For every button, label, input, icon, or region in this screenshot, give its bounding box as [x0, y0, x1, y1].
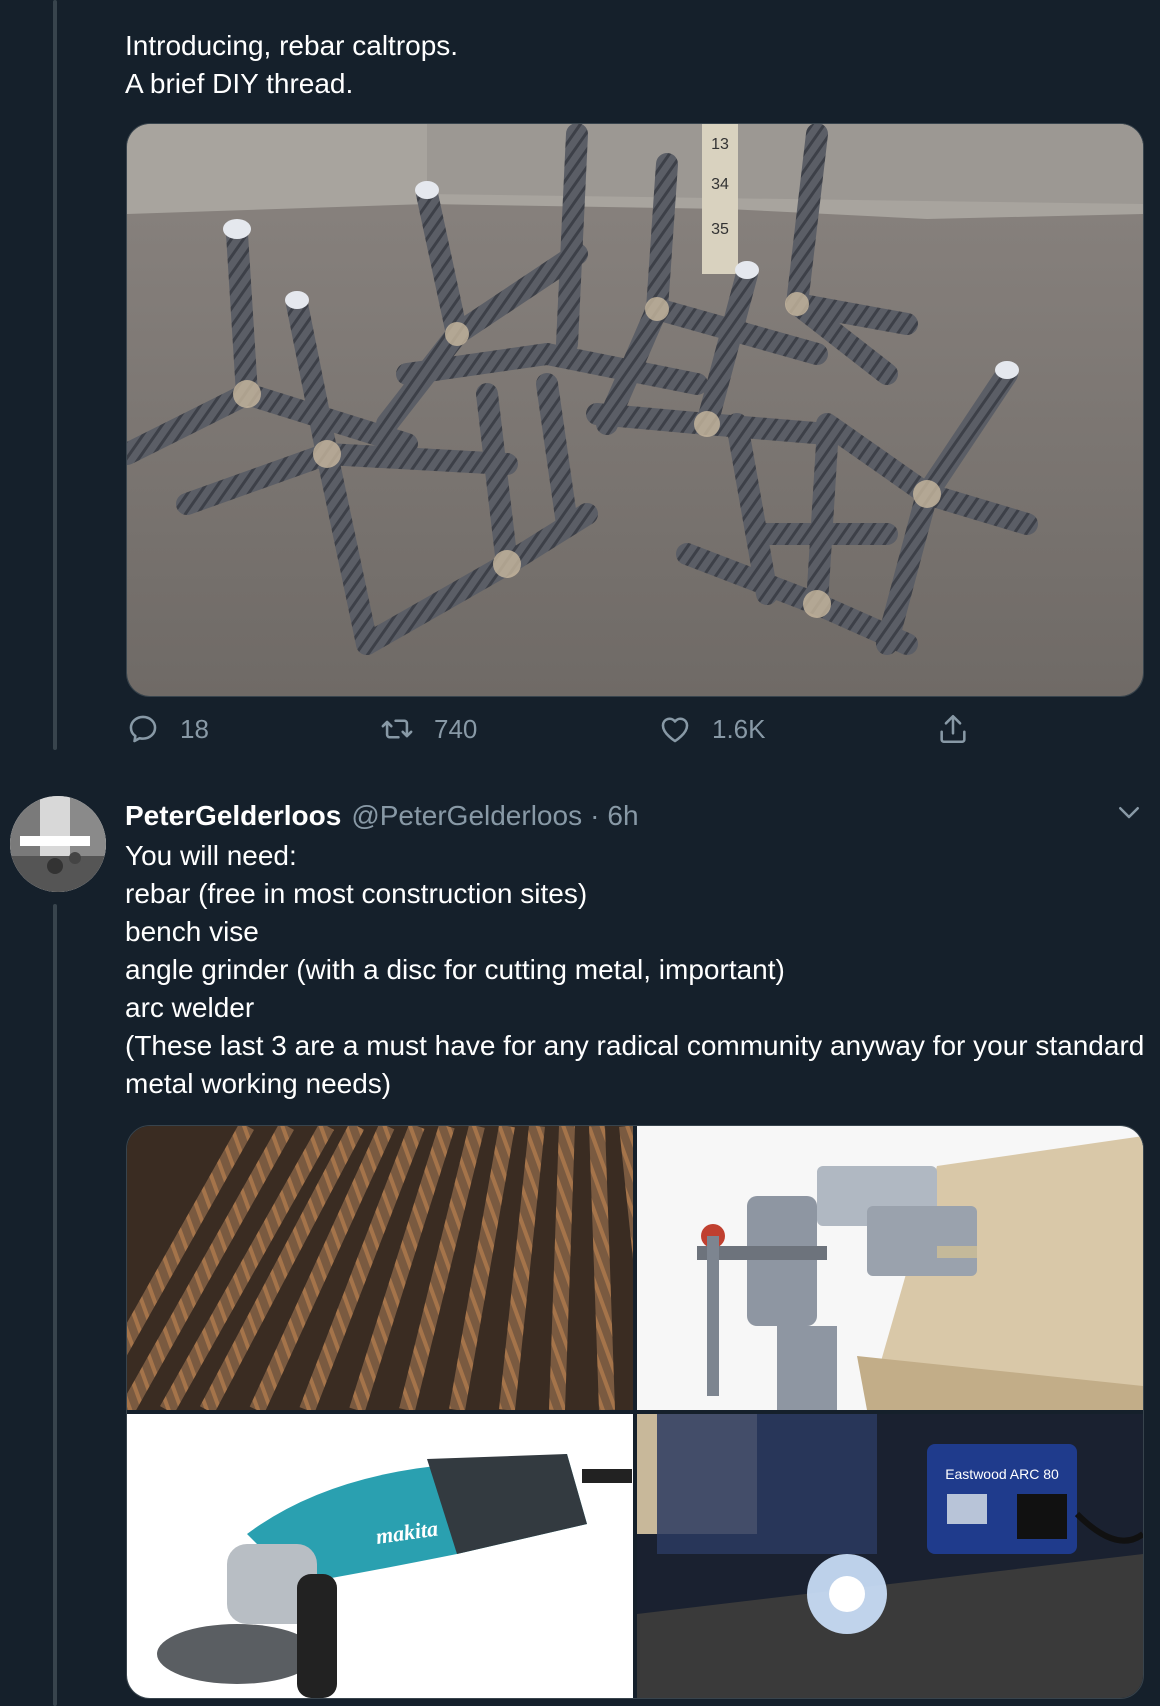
avatar[interactable]: [10, 796, 106, 892]
share-button[interactable]: [936, 712, 990, 746]
ruler-mark: 34: [711, 176, 729, 193]
rebar-caltrops-photo: 13 34 35: [127, 124, 1143, 696]
retweet-icon: [381, 719, 413, 739]
rebar-bundle-photo: [127, 1126, 633, 1410]
tweet-header: PeterGelderloos @PeterGelderloos · 6h: [125, 796, 639, 836]
like-button[interactable]: 1.6K: [658, 712, 766, 746]
timestamp[interactable]: 6h: [607, 796, 638, 836]
retweet-button[interactable]: 740: [380, 712, 477, 746]
tweet-text: You will need: rebar (free in most const…: [125, 840, 1145, 1099]
share-icon: [940, 714, 966, 744]
display-name[interactable]: PeterGelderloos: [125, 796, 341, 836]
tweet-text: Introducing, rebar caltrops. A brief DIY…: [125, 30, 459, 99]
arc-welder-image[interactable]: Eastwood ARC 80: [637, 1414, 1143, 1698]
thread-connector-line: [53, 0, 57, 750]
ruler-mark: 35: [711, 221, 729, 238]
arc-welder-photo: Eastwood ARC 80: [637, 1414, 1143, 1698]
reply-count: 18: [180, 713, 209, 744]
reply-icon: [129, 715, 157, 743]
tweet-image-grid: makita Eastwood ARC 80: [126, 1125, 1144, 1699]
tweet-action-bar: 18 740 1.6K: [126, 712, 986, 760]
thread-connector-line: [53, 904, 57, 1706]
rebar-bundle-image[interactable]: [127, 1126, 633, 1410]
reply-button[interactable]: 18: [126, 712, 209, 746]
avatar-image: [10, 796, 106, 892]
bench-vise-image[interactable]: [637, 1126, 1143, 1410]
tweet-image-caltrops[interactable]: 13 34 35: [126, 123, 1144, 697]
angle-grinder-photo: makita: [127, 1414, 633, 1698]
heart-icon: [661, 717, 689, 743]
retweet-count: 740: [434, 713, 478, 744]
welder-label: Eastwood ARC 80: [945, 1466, 1059, 1482]
separator-dot: ·: [590, 800, 600, 831]
chevron-down-icon[interactable]: [1114, 797, 1144, 827]
like-count: 1.6K: [712, 713, 766, 744]
ruler-mark: 13: [711, 136, 729, 153]
angle-grinder-image[interactable]: makita: [127, 1414, 633, 1698]
user-handle[interactable]: @PeterGelderloos: [351, 796, 582, 836]
bench-vise-photo: [637, 1126, 1143, 1410]
